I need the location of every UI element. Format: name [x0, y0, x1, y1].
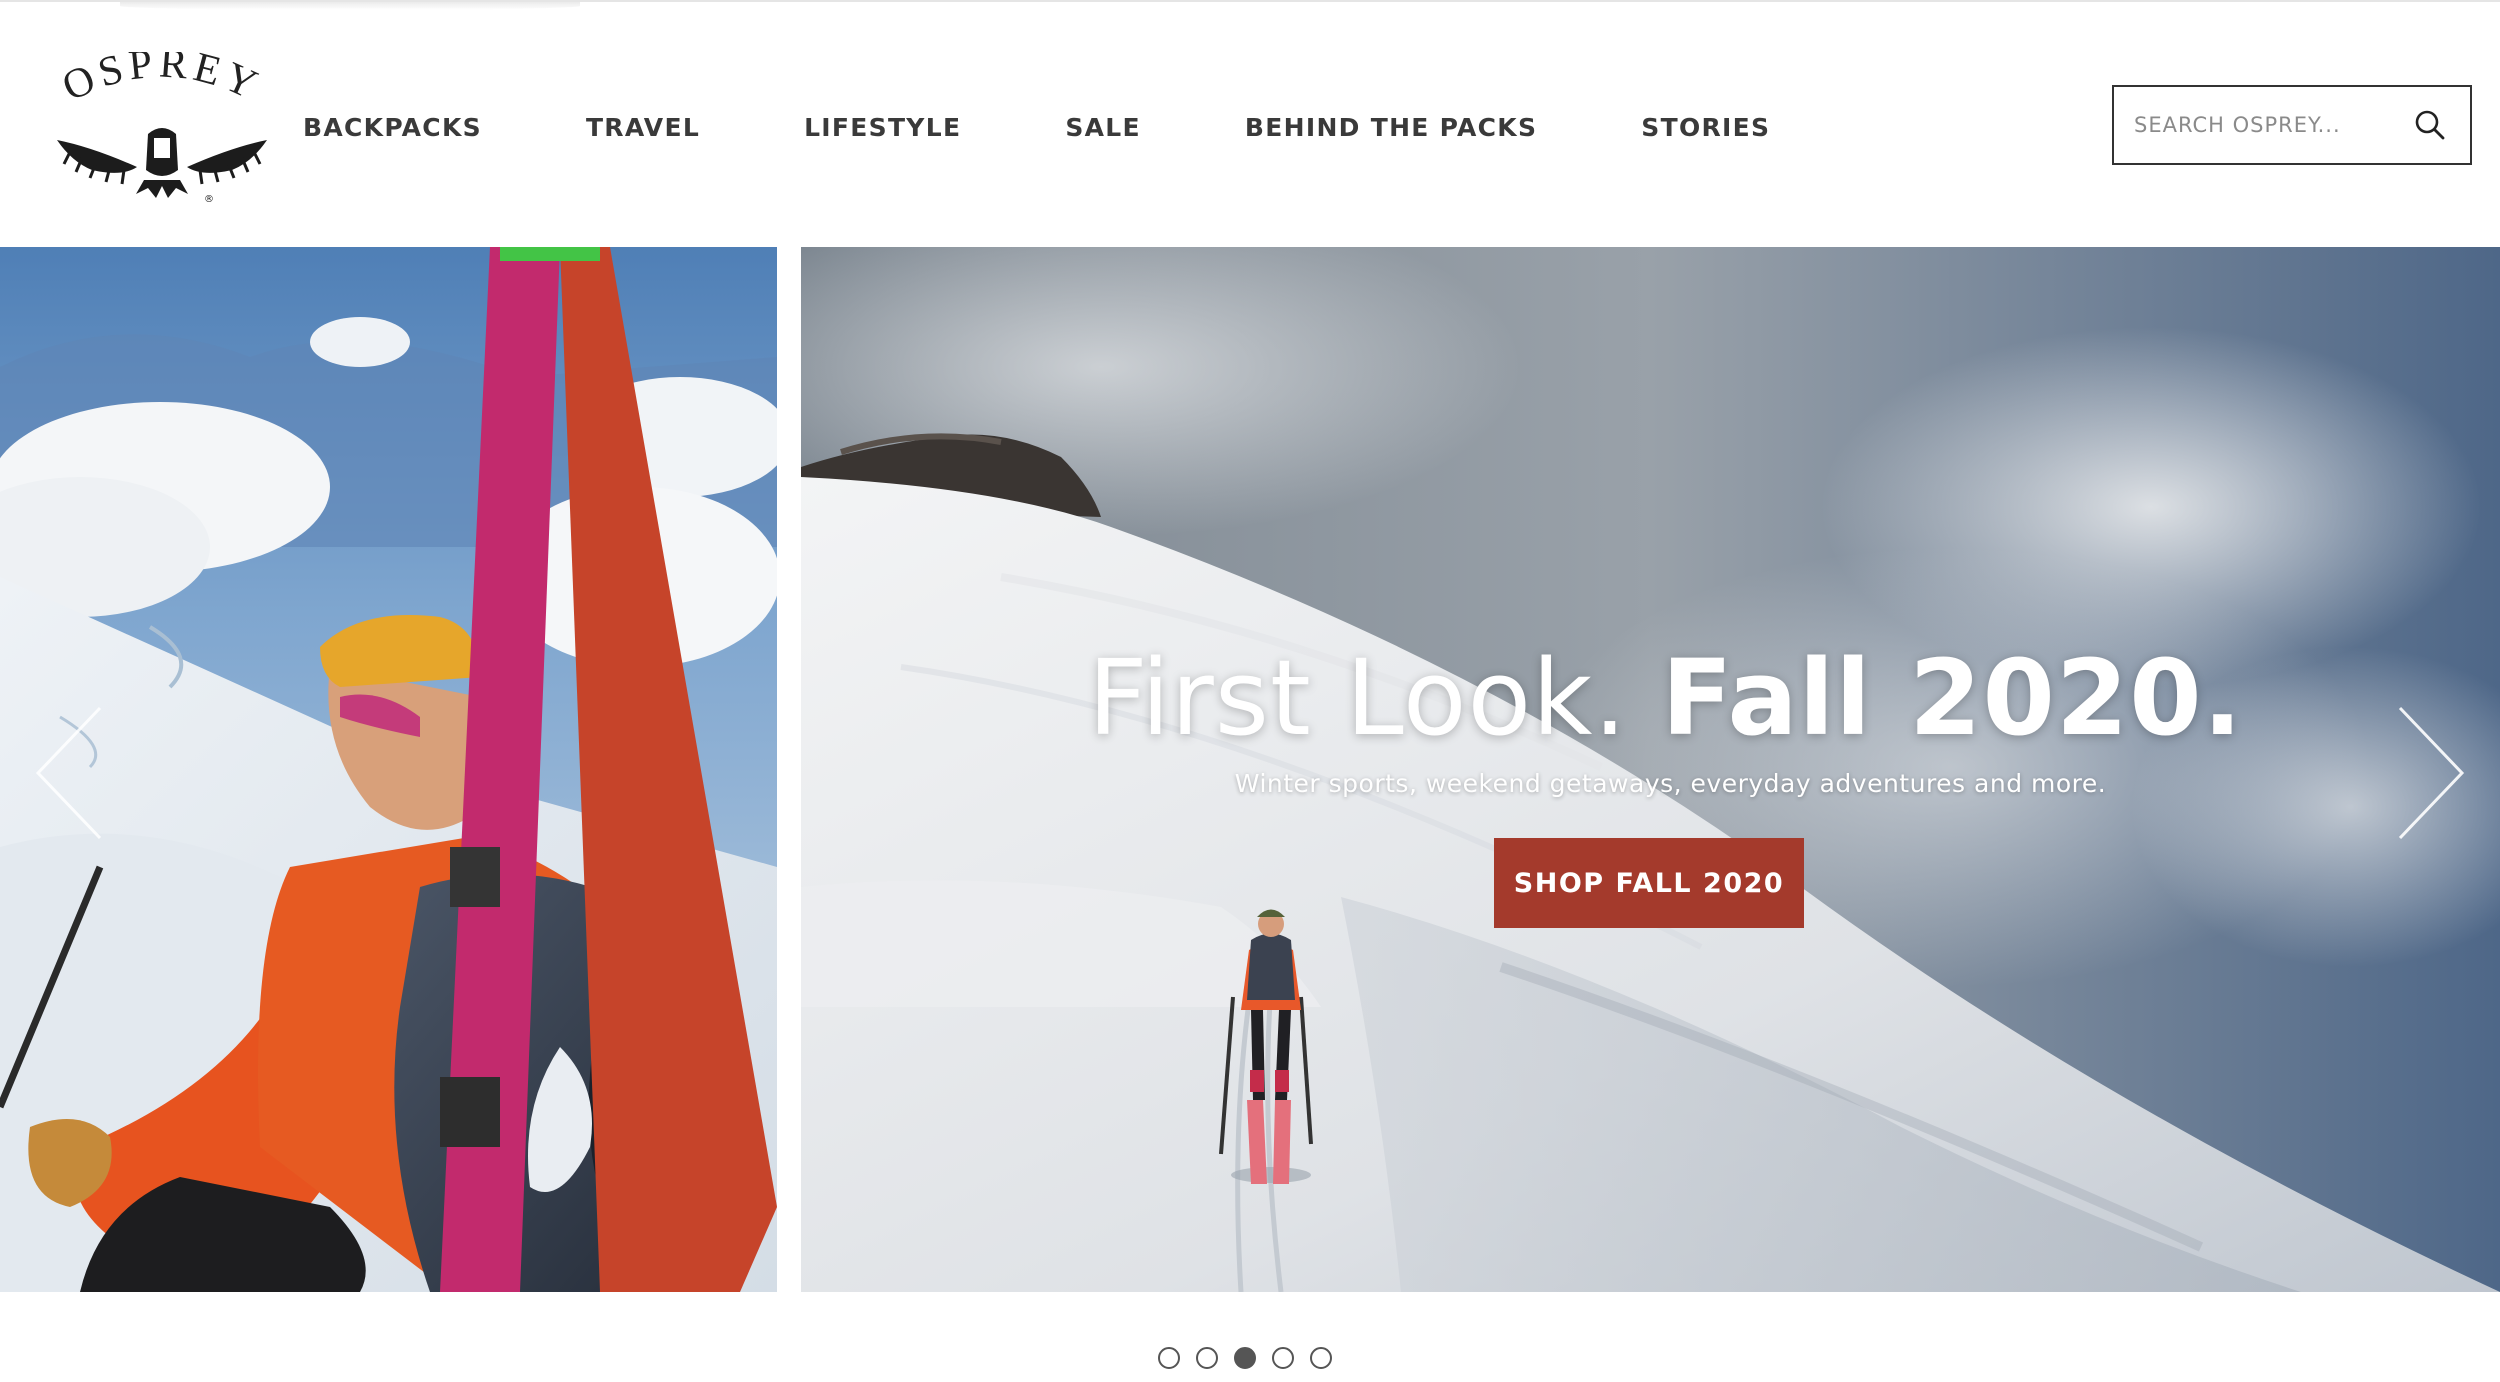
carousel-dot-5[interactable] — [1310, 1347, 1332, 1369]
nav-item-backpacks[interactable]: BACKPACKS — [303, 113, 482, 142]
search-icon[interactable] — [2412, 107, 2448, 143]
search-box — [2112, 85, 2472, 165]
shop-fall-2020-button[interactable]: SHOP FALL 2020 — [1494, 838, 1804, 928]
carousel-dot-4[interactable] — [1272, 1347, 1294, 1369]
nav-item-travel[interactable]: TRAVEL — [586, 113, 700, 142]
osprey-logo[interactable]: OSPREY ® — [52, 52, 272, 212]
carousel-dot-1[interactable] — [1158, 1347, 1180, 1369]
nav-item-lifestyle[interactable]: LIFESTYLE — [804, 113, 961, 142]
carousel-dot-3-active[interactable] — [1234, 1347, 1256, 1369]
logo-wordmark: OSPREY — [56, 52, 269, 110]
registered-mark: ® — [204, 194, 214, 205]
slide-image-snow-ridge — [801, 247, 2500, 1292]
search-input[interactable] — [2132, 95, 2412, 155]
carousel-pagination — [1158, 1344, 1332, 1372]
nav-item-behind-the-packs[interactable]: BEHIND THE PACKS — [1245, 113, 1537, 142]
carousel-slide-previous — [0, 247, 777, 1292]
slide-image-skier-closeup — [0, 247, 777, 1292]
nav-item-stories[interactable]: STORIES — [1641, 113, 1770, 142]
carousel-next-button[interactable] — [2390, 703, 2470, 843]
osprey-logo-icon: OSPREY ® — [56, 52, 269, 205]
main-nav: BACKPACKS TRAVEL LIFESTYLE SALE BEHIND T… — [303, 102, 1770, 152]
chevron-right-icon — [2398, 706, 2465, 840]
nav-item-sale[interactable]: SALE — [1065, 113, 1141, 142]
carousel-dot-2[interactable] — [1196, 1347, 1218, 1369]
site-header: OSPREY ® BACKPACKS TRAVEL LIFESTYLE SALE… — [0, 0, 2500, 247]
carousel-prev-button[interactable] — [30, 703, 110, 843]
chevron-left-icon — [35, 706, 102, 840]
carousel-slide-current — [801, 247, 2500, 1292]
header-shadow — [120, 2, 580, 10]
hero-carousel: First Look. Fall 2020. Winter sports, we… — [0, 247, 2500, 1292]
